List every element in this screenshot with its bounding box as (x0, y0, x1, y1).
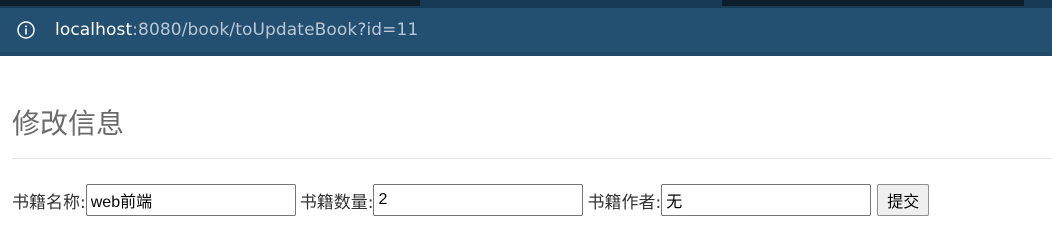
browser-tab-right[interactable] (722, 0, 1024, 6)
book-name-label: 书籍名称: (12, 192, 86, 213)
browser-chrome: localhost:8080/book/toUpdateBook?id=11 (0, 0, 1052, 56)
book-count-input[interactable] (373, 184, 584, 216)
page-title: 修改信息 (12, 107, 125, 140)
browser-tab-left[interactable] (0, 0, 420, 6)
update-book-form: 书籍名称: 书籍数量: 书籍作者: 提交 (12, 184, 930, 216)
submit-button[interactable]: 提交 (877, 184, 930, 216)
tab-strip (0, 0, 1052, 8)
divider (12, 158, 1052, 159)
book-author-label: 书籍作者: (587, 192, 662, 213)
book-author-input[interactable] (661, 184, 872, 216)
url-path: :8080/book/toUpdateBook?id=11 (132, 20, 419, 40)
url-text[interactable]: localhost:8080/book/toUpdateBook?id=11 (55, 20, 418, 40)
address-bar[interactable]: localhost:8080/book/toUpdateBook?id=11 (0, 8, 1052, 52)
book-name-input[interactable] (85, 184, 296, 216)
book-count-label: 书籍数量: (299, 192, 374, 213)
url-host: localhost (55, 20, 133, 40)
page-content: 修改信息 书籍名称: 书籍数量: 书籍作者: 提交 (0, 56, 1052, 234)
info-icon[interactable] (16, 20, 36, 40)
